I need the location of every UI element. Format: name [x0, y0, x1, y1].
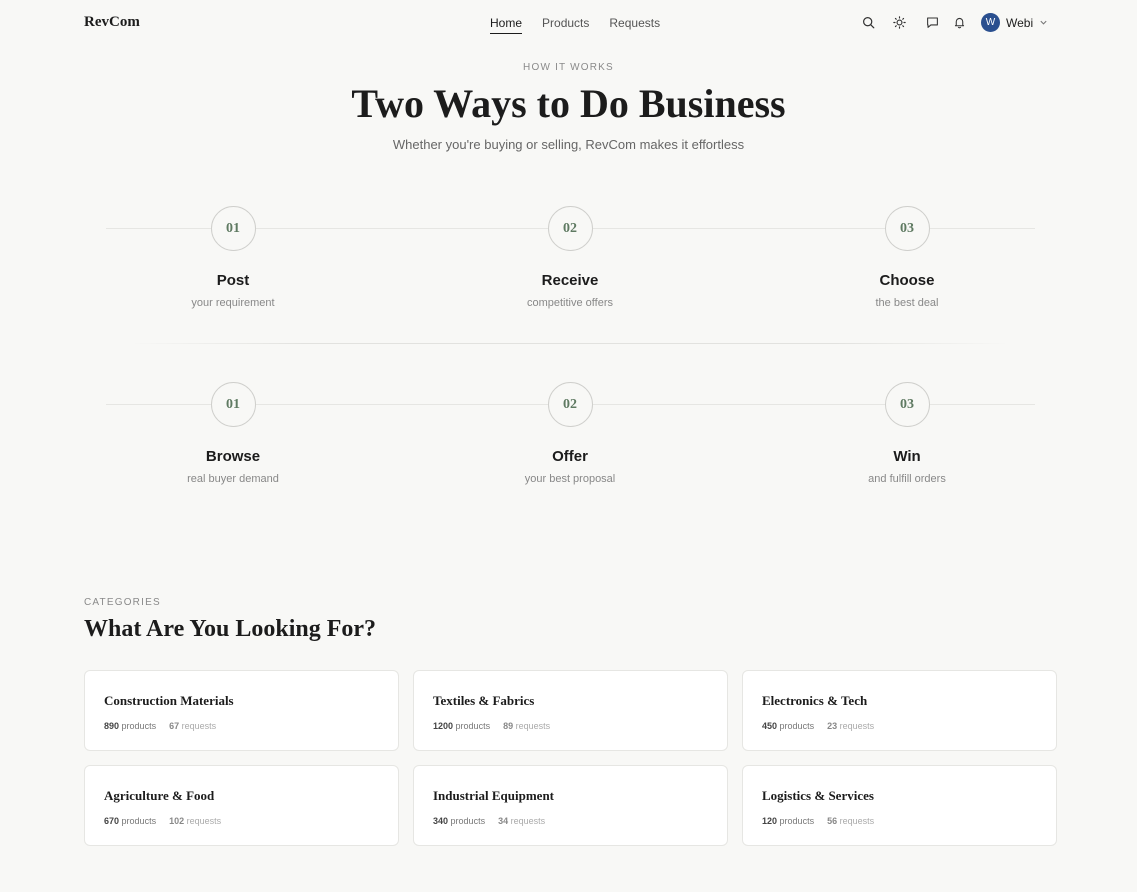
step-subtitle: competitive offers	[526, 297, 613, 309]
category-name: Logistics & Services	[762, 788, 874, 803]
search-icon[interactable]	[859, 13, 877, 31]
category-card-construction[interactable]: Construction Materials 890 products 67 r…	[84, 670, 399, 751]
bell-icon[interactable]	[950, 13, 968, 31]
step-title: Receive	[541, 272, 599, 289]
nav-home[interactable]: Home	[490, 16, 523, 34]
request-count: 23 requests	[827, 721, 875, 731]
page-title: Two Ways to Do Business	[351, 81, 786, 126]
section-divider	[130, 343, 1010, 344]
step-subtitle: and fulfill orders	[868, 473, 946, 485]
category-stats: 450 products 23 requests	[762, 721, 1037, 731]
product-count: 1200 products	[433, 721, 491, 731]
step-receive: 02 Receive competitive offers	[470, 206, 670, 309]
step-offer: 02 Offer your best proposal	[470, 382, 670, 485]
logo[interactable]: RevCom	[84, 14, 140, 31]
header-actions	[859, 13, 968, 31]
category-name: Electronics & Tech	[762, 693, 868, 708]
nav-requests[interactable]: Requests	[609, 16, 660, 34]
step-choose: 03 Choose the best deal	[807, 206, 1007, 309]
main-nav: Home Products Requests	[490, 16, 660, 34]
step-title: Choose	[879, 272, 935, 289]
step-number: 01	[210, 206, 256, 251]
request-count: 89 requests	[503, 721, 551, 731]
category-stats: 120 products 56 requests	[762, 816, 1037, 826]
username: Webi	[1006, 15, 1034, 30]
page-subtitle: Whether you're buying or selling, RevCom…	[392, 137, 745, 152]
category-card-logistics[interactable]: Logistics & Services 120 products 56 req…	[742, 765, 1057, 846]
step-subtitle: the best deal	[875, 297, 939, 309]
request-count: 67 requests	[169, 721, 217, 731]
category-grid: Construction Materials 890 products 67 r…	[84, 670, 1057, 846]
step-subtitle: your best proposal	[524, 473, 616, 485]
product-count: 120 products	[762, 816, 815, 826]
step-number: 02	[547, 382, 593, 427]
category-name: Agriculture & Food	[104, 788, 215, 803]
how-eyebrow: HOW IT WORKS	[523, 62, 614, 73]
step-post: 01 Post your requirement	[133, 206, 333, 309]
step-browse: 01 Browse real buyer demand	[133, 382, 333, 485]
seller-steps: 01 Browse real buyer demand 02 Offer you…	[106, 382, 1035, 492]
category-stats: 670 products 102 requests	[104, 816, 379, 826]
step-number: 02	[547, 206, 593, 251]
top-nav-bar: RevCom Home Products Requests W Webi	[0, 0, 1137, 46]
categories-title: What Are You Looking For?	[84, 616, 377, 642]
step-number: 03	[884, 206, 930, 251]
category-name: Construction Materials	[104, 693, 234, 708]
step-win: 03 Win and fulfill orders	[807, 382, 1007, 485]
step-title: Offer	[552, 448, 588, 465]
nav-products[interactable]: Products	[542, 16, 589, 34]
category-card-textiles[interactable]: Textiles & Fabrics 1200 products 89 requ…	[413, 670, 728, 751]
step-title: Post	[216, 272, 250, 289]
step-title: Browse	[205, 448, 261, 465]
step-subtitle: real buyer demand	[187, 473, 279, 485]
product-count: 450 products	[762, 721, 815, 731]
product-count: 890 products	[104, 721, 157, 731]
buyer-steps: 01 Post your requirement 02 Receive comp…	[106, 206, 1035, 316]
category-name: Textiles & Fabrics	[433, 693, 535, 708]
request-count: 34 requests	[498, 816, 546, 826]
category-name: Industrial Equipment	[433, 788, 555, 803]
avatar[interactable]: W	[981, 13, 1000, 32]
step-number: 01	[210, 382, 256, 427]
category-card-electronics[interactable]: Electronics & Tech 450 products 23 reque…	[742, 670, 1057, 751]
step-subtitle: your requirement	[191, 297, 275, 309]
user-menu[interactable]: W Webi	[981, 13, 1048, 32]
step-title: Win	[893, 448, 921, 465]
theme-toggle-icon[interactable]	[890, 13, 908, 31]
category-card-industrial[interactable]: Industrial Equipment 340 products 34 req…	[413, 765, 728, 846]
request-count: 102 requests	[169, 816, 222, 826]
request-count: 56 requests	[827, 816, 875, 826]
product-count: 340 products	[433, 816, 486, 826]
category-stats: 340 products 34 requests	[433, 816, 708, 826]
categories-eyebrow: CATEGORIES	[84, 597, 161, 608]
step-number: 03	[884, 382, 930, 427]
product-count: 670 products	[104, 816, 157, 826]
category-card-agriculture[interactable]: Agriculture & Food 670 products 102 requ…	[84, 765, 399, 846]
category-stats: 890 products 67 requests	[104, 721, 379, 731]
chevron-down-icon[interactable]	[1039, 14, 1048, 32]
messages-icon[interactable]	[923, 13, 941, 31]
category-stats: 1200 products 89 requests	[433, 721, 708, 731]
